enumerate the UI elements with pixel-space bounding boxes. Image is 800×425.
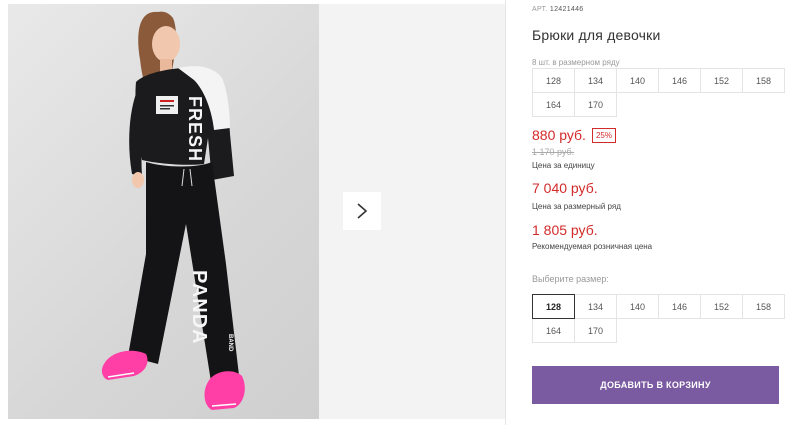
size-option[interactable]: 170 [574,318,617,343]
rrp-price: 1 805 руб. [532,222,598,238]
row-price: 7 040 руб. [532,180,598,196]
choose-size-label: Выберите размер: [532,274,609,284]
size-set-grid: 128 134 140 146 152 158 164 170 [532,68,785,117]
discount-badge: 25% [591,127,616,143]
size-set-cell: 128 [532,68,575,93]
chevron-right-icon [357,203,368,219]
size-set-label: 8 шт. в размерном ряду [532,58,620,67]
size-option-selected[interactable]: 128 [532,294,575,319]
add-to-cart-button[interactable]: ДОБАВИТЬ В КОРЗИНУ [532,366,779,404]
size-option[interactable]: 146 [658,294,701,319]
unit-price: 880 руб. [532,127,586,143]
old-price: 1 170 руб. [532,147,575,157]
product-photo[interactable]: FRESH PANDA BAND [8,4,319,419]
leg-print-text: PANDA [188,270,210,345]
girl-in-tracksuit-illustration [101,11,245,410]
size-set-cell: 164 [532,92,575,117]
size-option[interactable]: 134 [574,294,617,319]
divider [505,0,506,425]
product-page: FRESH PANDA BAND АРТ. 12421446 Брюки для… [0,0,800,425]
size-set-cell: 152 [700,68,743,93]
size-option[interactable]: 140 [616,294,659,319]
product-title: Брюки для девочки [532,27,661,43]
article-value: 12421446 [549,6,584,13]
article-number: АРТ. 12421446 [532,6,583,13]
size-set-cell: 158 [742,68,785,93]
article-prefix: АРТ. [532,6,548,13]
sleeve-print-text: FRESH [185,96,205,163]
size-set-cell: 134 [574,68,617,93]
size-set-cell: 140 [616,68,659,93]
size-set-cell: 146 [658,68,701,93]
leg-print-small-text: BAND [227,334,233,352]
rrp-price-label: Рекомендуемая розничная цена [532,242,653,251]
row-price-label: Цена за размерный ряд [532,202,621,211]
size-set-cell: 170 [574,92,617,117]
unit-price-row: 880 руб. 25% [532,127,616,143]
next-image-button[interactable] [343,192,381,230]
unit-price-label: Цена за единицу [532,161,595,170]
size-selector: 128 134 140 146 152 158 164 170 [532,294,785,343]
product-gallery: FRESH PANDA BAND [0,0,505,425]
size-option[interactable]: 164 [532,318,575,343]
size-option[interactable]: 152 [700,294,743,319]
size-option[interactable]: 158 [742,294,785,319]
